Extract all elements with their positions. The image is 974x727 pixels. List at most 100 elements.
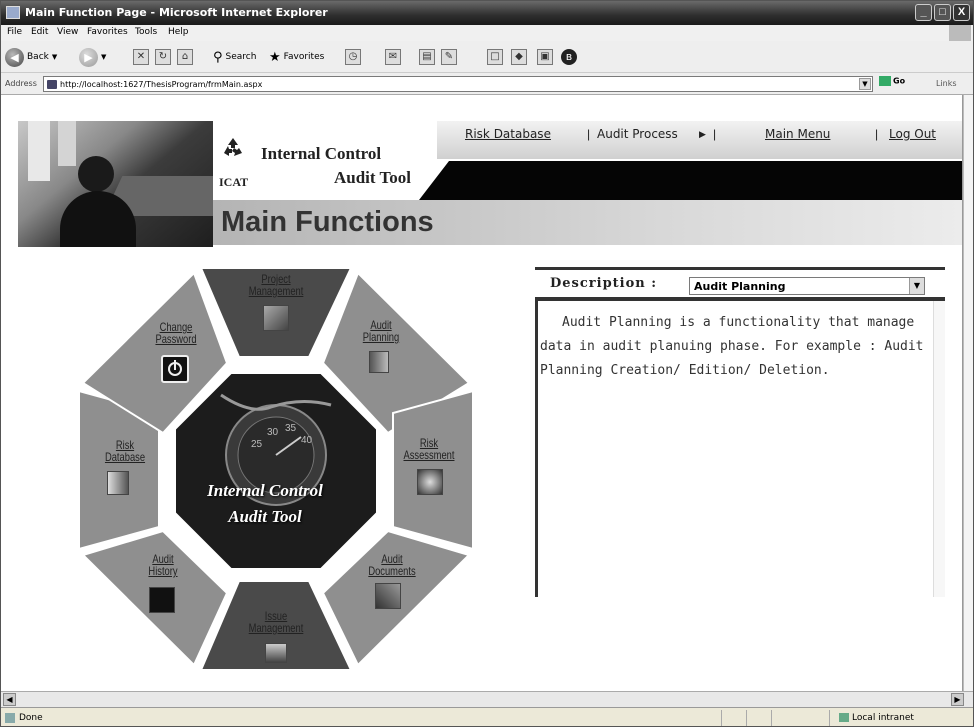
menu-view[interactable]: View bbox=[57, 27, 78, 37]
nav-audit-process[interactable]: Audit Process bbox=[597, 127, 678, 141]
issue-management-icon bbox=[265, 643, 287, 663]
function-select[interactable]: Audit Planning ▼ bbox=[689, 277, 925, 295]
nav-log-out[interactable]: Log Out bbox=[889, 127, 936, 141]
refresh-icon: ↻ bbox=[155, 49, 171, 65]
chevron-down-icon[interactable]: ▼ bbox=[909, 278, 924, 294]
horizontal-scrollbar[interactable]: ◀ ▶ bbox=[1, 691, 973, 707]
header-black-band bbox=[419, 161, 962, 200]
label-risk-assessment[interactable]: Risk Assessment bbox=[398, 437, 460, 461]
scroll-right-icon[interactable]: ▶ bbox=[951, 693, 964, 706]
home-button[interactable]: ⌂ bbox=[177, 47, 193, 67]
discuss-icon: □ bbox=[487, 49, 503, 65]
nav-risk-database[interactable]: Risk Database bbox=[465, 127, 551, 141]
bluetooth-icon: ʙ bbox=[561, 49, 577, 65]
ie-window-icon bbox=[6, 6, 20, 19]
messenger-icon: ◆ bbox=[511, 49, 527, 65]
back-button[interactable]: ◀ Back ▼ bbox=[5, 47, 57, 67]
label-audit-history[interactable]: Audit History bbox=[140, 553, 187, 577]
menu-file[interactable]: File bbox=[7, 27, 22, 37]
nav-separator: | bbox=[587, 127, 591, 141]
recycle-logo-icon bbox=[224, 138, 242, 156]
function-select-value: Audit Planning bbox=[694, 280, 786, 293]
favorites-label: Favorites bbox=[283, 52, 325, 62]
history-icon: ◷ bbox=[345, 49, 361, 65]
research-button[interactable]: ▣ bbox=[537, 47, 553, 67]
page-title: Main Functions bbox=[221, 206, 434, 238]
status-text: Done bbox=[19, 713, 43, 723]
nav-separator: | bbox=[875, 127, 879, 141]
edit-icon: ✎ bbox=[441, 49, 457, 65]
favorites-button[interactable]: ★ Favorites bbox=[269, 47, 324, 67]
logo-line1: Internal Control bbox=[261, 144, 382, 163]
maximize-button[interactable]: □ bbox=[934, 4, 951, 21]
security-zone: Local intranet bbox=[839, 713, 914, 723]
logo-abbr: ICAT bbox=[219, 175, 249, 189]
stop-button[interactable]: ✕ bbox=[133, 47, 149, 67]
forward-icon: ▶ bbox=[79, 47, 98, 67]
page-status-icon bbox=[5, 713, 15, 723]
web-page: Internal Control Audit Tool ICAT Risk Da… bbox=[1, 95, 963, 691]
label-audit-planning[interactable]: Audit Planning bbox=[358, 319, 405, 343]
search-label: Search bbox=[225, 52, 257, 62]
browser-window: Main Function Page - Microsoft Internet … bbox=[0, 0, 974, 727]
discuss-button[interactable]: □ bbox=[487, 47, 503, 67]
mail-icon: ✉ bbox=[385, 49, 401, 65]
refresh-button[interactable]: ↻ bbox=[155, 47, 171, 67]
links-button[interactable]: Links bbox=[936, 79, 957, 88]
description-text: Audit Planning is a functionality that m… bbox=[540, 315, 924, 378]
messenger-button[interactable]: ◆ bbox=[511, 47, 527, 67]
scroll-left-icon[interactable]: ◀ bbox=[3, 693, 16, 706]
address-field[interactable]: http://localhost:1627/ThesisProgram/frmM… bbox=[43, 76, 873, 92]
function-wheel: 30 35 25 40 Project Management Audit Plann… bbox=[71, 265, 481, 685]
audit-documents-icon bbox=[375, 583, 401, 609]
label-project-management[interactable]: Project Management bbox=[249, 273, 304, 297]
label-change-password[interactable]: Change Password bbox=[149, 321, 204, 345]
address-bar: Address http://localhost:1627/ThesisProg… bbox=[1, 73, 973, 95]
audit-history-icon bbox=[149, 587, 175, 613]
menu-bar: File Edit View Favorites Tools Help bbox=[1, 25, 973, 41]
status-bar: Done Local intranet bbox=[1, 707, 973, 726]
print-icon: ▤ bbox=[419, 49, 435, 65]
address-label: Address bbox=[5, 79, 37, 88]
textarea-scrollbar[interactable] bbox=[933, 301, 945, 597]
address-url: http://localhost:1627/ThesisProgram/frmM… bbox=[60, 80, 263, 89]
description-header: Description : Audit Planning ▼ bbox=[535, 267, 945, 295]
page-icon bbox=[47, 80, 57, 89]
description-label: Description : bbox=[550, 276, 658, 291]
mail-button[interactable]: ✉ bbox=[385, 47, 401, 67]
search-button[interactable]: ⚲ Search bbox=[213, 47, 256, 67]
windows-flag-icon bbox=[949, 25, 971, 41]
nav-main-menu[interactable]: Main Menu bbox=[765, 127, 830, 141]
print-button[interactable]: ▤ bbox=[419, 47, 435, 67]
address-dropdown-icon[interactable]: ▼ bbox=[859, 78, 871, 90]
menu-tools[interactable]: Tools bbox=[135, 27, 157, 37]
vertical-scrollbar[interactable] bbox=[963, 95, 973, 691]
menu-help[interactable]: Help bbox=[168, 27, 189, 37]
label-risk-database[interactable]: Risk Database bbox=[100, 439, 150, 463]
nav-separator: | bbox=[713, 127, 717, 141]
intranet-icon bbox=[839, 713, 849, 722]
description-textarea[interactable]: Audit Planning is a functionality that m… bbox=[535, 297, 945, 597]
bluetooth-button[interactable]: ʙ bbox=[561, 47, 577, 67]
home-icon: ⌂ bbox=[177, 49, 193, 65]
risk-assessment-icon bbox=[417, 469, 443, 495]
go-button[interactable]: Go bbox=[879, 76, 905, 86]
title-bar: Main Function Page - Microsoft Internet … bbox=[1, 1, 973, 25]
center-label: Internal Control Audit Tool bbox=[207, 481, 323, 526]
logo-line2: Audit Tool bbox=[334, 168, 412, 187]
project-management-icon bbox=[263, 305, 289, 331]
chevron-right-icon: ▶ bbox=[699, 129, 706, 139]
forward-button[interactable]: ▶ ▼ bbox=[79, 47, 106, 67]
edit-button[interactable]: ✎ bbox=[441, 47, 457, 67]
description-panel: Description : Audit Planning ▼ Audit Pla… bbox=[535, 267, 945, 607]
label-issue-management[interactable]: Issue Management bbox=[245, 610, 307, 634]
toolbar: ◀ Back ▼ ▶ ▼ ✕ ↻ ⌂ ⚲ Search ★ Favorites … bbox=[1, 41, 973, 73]
top-navigation: Risk Database | Audit Process ▶ | Main M… bbox=[437, 121, 962, 159]
menu-edit[interactable]: Edit bbox=[31, 27, 48, 37]
history-button[interactable]: ◷ bbox=[345, 47, 361, 67]
icat-logo: Internal Control Audit Tool ICAT bbox=[219, 132, 437, 192]
minimize-button[interactable]: _ bbox=[915, 4, 932, 21]
label-audit-documents[interactable]: Audit Documents bbox=[365, 553, 420, 577]
close-button[interactable]: X bbox=[953, 4, 970, 21]
menu-favorites[interactable]: Favorites bbox=[87, 27, 128, 37]
